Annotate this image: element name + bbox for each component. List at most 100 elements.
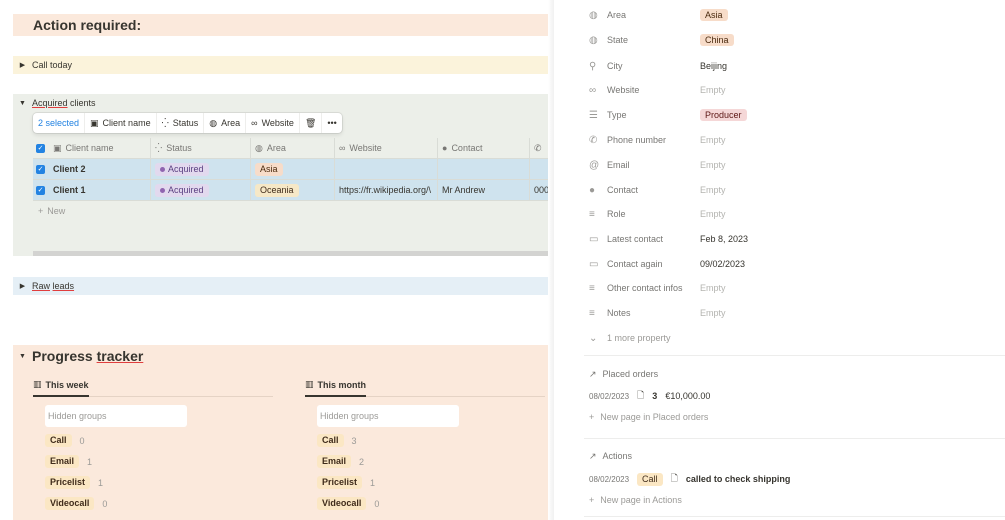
selected-count-button[interactable]: 2 selected [33,113,86,133]
table-row[interactable]: ✓ Client 2 Acquired Asia [33,159,548,180]
tab-this-week-label: This week [45,379,89,390]
group-item[interactable]: Call 0 [45,433,273,448]
more-property-label: 1 more property [607,333,671,343]
property-value: Empty [700,135,726,145]
property-label: Other contact infos [607,283,683,293]
cell-client-name[interactable]: Client 2 [49,159,151,179]
cell-website[interactable]: https://fr.wikipedia.org/\ [335,180,438,200]
link-icon: ∞ [589,84,597,96]
group-tag: Email [45,455,80,468]
column-phone[interactable]: ✆ [530,138,548,158]
actions-relation[interactable]: ↗ Actions [589,448,632,464]
action-item[interactable]: 08/02/2023 Call 🗋 called to check shippi… [589,471,790,487]
raw-leads-toggle[interactable]: ▶ Raw leads [13,277,548,295]
group-item[interactable]: Call 3 [317,433,545,448]
group-count: 1 [98,477,104,488]
property-email[interactable]: @ Email Empty [589,155,989,175]
side-peek-panel: ◍ Area Asia ◍ State China ⚲ City Beijing… [554,0,1005,520]
property-value: 09/02/2023 [700,259,746,269]
more-property-toggle[interactable]: ⌄ 1 more property [589,328,989,348]
new-row-label: New [47,206,66,216]
group-tag: Pricelist [45,476,91,489]
website-button[interactable]: ∞ Website [246,113,300,133]
tab-this-month[interactable]: ▥ This month [305,379,367,397]
call-today-toggle[interactable]: ▶ Call today [13,56,548,74]
horizontal-scrollbar[interactable] [33,251,548,256]
client-name-button[interactable]: ▣ Client name [85,113,157,133]
cell-status[interactable]: Acquired [151,180,251,200]
actions-title: Actions [602,451,633,461]
table-row[interactable]: ✓ Client 1 Acquired Oceania https://fr.w… [33,180,548,201]
hidden-groups-label: Hidden groups [317,405,459,427]
group-item[interactable]: Pricelist 1 [45,475,273,490]
property-contact-again[interactable]: ▭ Contact again 09/02/2023 [589,254,989,274]
status-label: Status [172,118,199,128]
placed-order-item[interactable]: 08/02/2023 🗋 3 €10,000.00 [589,388,710,404]
column-client-name[interactable]: ▣ Client name [49,138,151,158]
cell-area[interactable]: Oceania [251,180,335,200]
group-item[interactable]: Videocall 0 [317,496,545,511]
new-placed-order-button[interactable]: + New page in Placed orders [589,409,708,425]
column-website[interactable]: ∞ Website [335,138,438,158]
column-area[interactable]: ◍ Area [251,138,335,158]
new-row-button[interactable]: + New [33,201,548,221]
property-value: Beijing [700,61,728,71]
cell-website[interactable] [335,159,438,179]
property-city[interactable]: ⚲ City Beijing [589,56,989,76]
tab-this-week[interactable]: ▥ This week [33,379,89,397]
area-tag: Asia [700,8,728,21]
cell-contact[interactable] [438,159,530,179]
cell-phone[interactable]: 000 [530,180,548,200]
triangle-down-icon[interactable]: ▼ [13,100,32,107]
acquired-clients-toggle[interactable]: ▼ Acquired clients [13,94,548,112]
property-area[interactable]: ◍ Area Asia [589,5,989,25]
triangle-right-icon[interactable]: ▶ [13,61,32,69]
group-item[interactable]: Email 1 [45,454,273,469]
row-checkbox[interactable]: ✓ [33,159,49,179]
property-value: Empty [700,185,726,195]
property-notes[interactable]: ≡ Notes Empty [589,303,989,323]
triangle-down-icon[interactable]: ▼ [13,353,32,360]
column-status[interactable]: ⁛ Status [151,138,251,158]
more-button[interactable]: ••• [322,113,341,133]
placed-orders-relation[interactable]: ↗ Placed orders [589,366,658,382]
group-item[interactable]: Pricelist 1 [317,475,545,490]
new-action-label: New page in Actions [600,495,682,505]
raw-word: Raw [32,281,51,291]
cell-status[interactable]: Acquired [151,159,251,179]
board-icon: ▥ [33,379,42,389]
select-all-checkbox[interactable]: ✓ [33,138,49,158]
cell-client-name[interactable]: Client 1 [49,180,151,200]
globe-icon: ◍ [209,117,218,128]
area-tag: Asia [255,162,283,176]
column-contact[interactable]: ● Contact [438,138,530,158]
row-checkbox[interactable]: ✓ [33,180,49,200]
calendar-icon: ▭ [589,233,599,245]
divider [584,516,1005,517]
property-phone-number[interactable]: ✆ Phone number Empty [589,130,989,150]
progress-tracker-toggle[interactable]: ▼ Progress tracker [13,348,143,364]
divider [584,355,1005,356]
new-action-button[interactable]: + New page in Actions [589,492,682,508]
group-item[interactable]: Videocall 0 [45,496,273,511]
database-page: Action required: ▶ Call today ▼ Acquired… [0,0,553,520]
delete-button[interactable]: 🗑 [300,113,323,133]
acquired-word: Acquired [32,98,68,108]
triangle-right-icon[interactable]: ▶ [13,282,32,290]
property-contact[interactable]: ● Contact Empty [589,180,989,200]
cell-phone[interactable] [530,159,548,179]
group-tag: Pricelist [317,476,363,489]
property-role[interactable]: ≡ Role Empty [589,204,989,224]
tab-this-month-label: This month [317,379,367,390]
status-button[interactable]: ⁛ Status [157,113,205,133]
property-state[interactable]: ◍ State China [589,30,989,50]
cell-contact[interactable]: Mr Andrew [438,180,530,200]
property-other-contact-infos[interactable]: ≡ Other contact infos Empty [589,278,989,298]
cell-area[interactable]: Asia [251,159,335,179]
property-website[interactable]: ∞ Website Empty [589,80,989,100]
property-type[interactable]: ☰ Type Producer [589,105,989,125]
property-latest-contact[interactable]: ▭ Latest contact Feb 8, 2023 [589,229,989,249]
progress-word: Progress [32,348,93,364]
group-item[interactable]: Email 2 [317,454,545,469]
area-button[interactable]: ◍ Area [204,113,247,133]
